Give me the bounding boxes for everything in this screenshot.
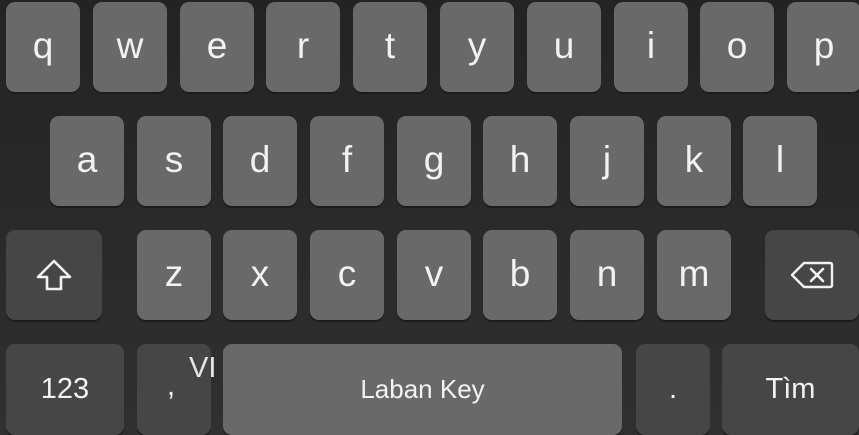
- key-label: o: [726, 24, 748, 66]
- key-label: u: [553, 24, 575, 66]
- key-j[interactable]: j: [570, 116, 644, 206]
- backspace-icon: [790, 260, 834, 290]
- key-u[interactable]: u: [527, 2, 601, 92]
- key-label: k: [684, 138, 704, 180]
- key-label: j: [602, 138, 612, 180]
- key-p[interactable]: p: [787, 2, 859, 92]
- key-label: i: [646, 24, 656, 66]
- numbers-label: 123: [40, 373, 90, 405]
- key-w[interactable]: w: [93, 2, 167, 92]
- comma-language-key[interactable]: VI ,: [137, 344, 216, 435]
- key-label: n: [596, 252, 618, 294]
- key-f[interactable]: f: [310, 116, 384, 206]
- key-n[interactable]: n: [570, 230, 644, 320]
- keyboard: q w e r t y u i o p a s d f g h j k l z …: [0, 0, 859, 435]
- key-label: x: [250, 252, 270, 294]
- key-g[interactable]: g: [397, 116, 471, 206]
- key-r[interactable]: r: [266, 2, 340, 92]
- key-label: t: [384, 24, 396, 66]
- key-e[interactable]: e: [180, 2, 254, 92]
- period-label: .: [668, 373, 678, 405]
- shift-key[interactable]: [6, 230, 102, 320]
- key-o[interactable]: o: [700, 2, 774, 92]
- shift-arrow-icon: [35, 258, 73, 292]
- key-b[interactable]: b: [483, 230, 557, 320]
- numbers-key[interactable]: 123: [6, 344, 124, 435]
- space-label: Laban Key: [360, 374, 485, 404]
- key-s[interactable]: s: [137, 116, 211, 206]
- key-label: m: [678, 252, 710, 294]
- key-label: b: [509, 252, 531, 294]
- language-label: VI: [189, 352, 217, 384]
- key-z[interactable]: z: [137, 230, 211, 320]
- search-label: Tìm: [765, 373, 816, 405]
- period-key[interactable]: .: [636, 344, 710, 435]
- key-l[interactable]: l: [743, 116, 817, 206]
- key-a[interactable]: a: [50, 116, 124, 206]
- key-label: a: [76, 138, 98, 180]
- key-label: e: [206, 24, 228, 66]
- key-t[interactable]: t: [353, 2, 427, 92]
- key-label: c: [337, 252, 357, 294]
- key-label: q: [32, 24, 54, 66]
- key-x[interactable]: x: [223, 230, 297, 320]
- key-i[interactable]: i: [614, 2, 688, 92]
- key-v[interactable]: v: [397, 230, 471, 320]
- key-k[interactable]: k: [657, 116, 731, 206]
- key-label: h: [509, 138, 531, 180]
- key-q[interactable]: q: [6, 2, 80, 92]
- space-bar[interactable]: Laban Key: [223, 344, 622, 435]
- key-d[interactable]: d: [223, 116, 297, 206]
- key-h[interactable]: h: [483, 116, 557, 206]
- key-label: y: [467, 24, 487, 66]
- key-label: s: [164, 138, 184, 180]
- key-label: p: [813, 24, 835, 66]
- comma-label: ,: [167, 370, 176, 402]
- key-label: v: [424, 252, 444, 294]
- key-label: r: [296, 24, 310, 66]
- key-label: f: [341, 138, 353, 180]
- key-label: z: [164, 252, 184, 294]
- key-c[interactable]: c: [310, 230, 384, 320]
- search-key[interactable]: Tìm: [722, 344, 859, 435]
- key-label: l: [775, 138, 785, 180]
- backspace-key[interactable]: [765, 230, 859, 320]
- key-y[interactable]: y: [440, 2, 514, 92]
- key-label: d: [249, 138, 271, 180]
- key-m[interactable]: m: [657, 230, 731, 320]
- key-label: w: [116, 24, 144, 66]
- key-label: g: [423, 138, 445, 180]
